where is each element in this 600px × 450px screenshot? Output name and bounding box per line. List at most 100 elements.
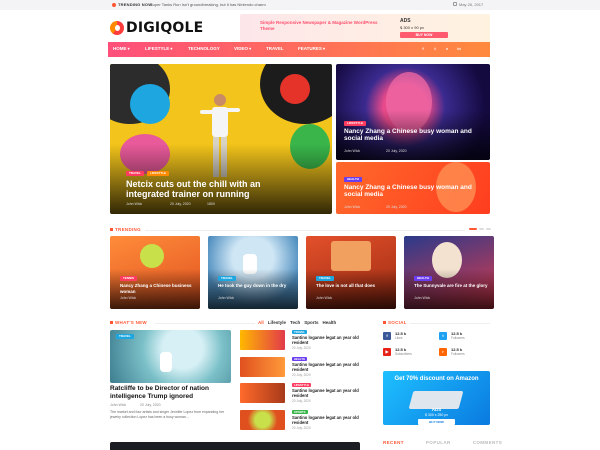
whats-new-section-title: WHAT'S NEW [110,320,147,325]
trending-card[interactable]: HEALTH The Sunnyvale are fire at the glo… [404,236,494,309]
category-badge[interactable]: HEALTH [292,357,308,361]
category-badge[interactable]: TRAVEL [292,330,307,334]
trending-card[interactable]: TRAVEL The love is not all that does Joh… [306,236,396,309]
hero-main-card[interactable]: TRAVEL LIFESTYLE Netcix cuts out the chi… [110,64,332,214]
hero-main-title[interactable]: Netcix cuts out the chill with an integr… [126,179,306,200]
list-thumbnail[interactable] [240,410,285,430]
sidebar-ad-ads: ADS [431,407,442,412]
trending-card-title[interactable]: He took the guy down in the dry [218,283,293,289]
category-badge[interactable]: LIFESTYLE [147,171,170,176]
sidebar-ad[interactable]: Get 70% discount on Amazon ADS $ 300 x 2… [383,371,490,425]
category-badge[interactable]: SPORTS [292,410,308,414]
nav-video[interactable]: VIDEO [234,46,251,51]
nav-travel[interactable]: TRAVEL [266,46,284,51]
rss-icon[interactable]: r [439,348,447,356]
list-thumbnail[interactable] [240,357,285,377]
carousel-dots[interactable] [469,228,491,230]
list-item-title[interactable]: Santino loganne legat an year old reside… [292,335,362,345]
photo-shape [331,241,371,271]
youtube-icon[interactable]: ▶ [383,348,391,356]
site-logo[interactable]: DIGIQOLE [110,20,203,36]
tab-tech[interactable]: Tech [290,320,300,325]
author-name[interactable]: John Wick [344,149,360,153]
category-badge[interactable]: TRAVEL [126,171,144,176]
social-twitter[interactable]: t 12.5 k Followers [439,330,489,342]
nav-lifestyle[interactable]: LIFESTYLE [145,46,172,51]
list-item-title[interactable]: Santino loganne legat an year old reside… [292,388,362,398]
tab-recent[interactable]: RECENT [383,440,404,445]
logo-icon [110,21,124,35]
list-thumbnail[interactable] [240,330,285,350]
trending-card-title[interactable]: The love is not all that does [316,283,391,289]
tab-popular[interactable]: POPULAR [426,440,451,445]
social-facebook[interactable]: f 12.5 k Likes [383,330,433,342]
author-name[interactable]: John Wick [110,403,126,407]
hero-side-title[interactable]: Nancy Zhang a Chinese busy woman and soc… [344,128,479,143]
carousel-dot[interactable] [469,228,477,230]
carousel-dot[interactable] [486,228,491,230]
search-icon[interactable] [574,42,590,57]
vimeo-icon[interactable]: v [444,46,450,52]
hero-side-card[interactable]: HEALTH Nancy Zhang a Chinese busy woman … [336,162,490,214]
card-gradient [306,269,396,309]
category-badge[interactable]: HEALTH [414,276,432,281]
facebook-icon[interactable]: f [383,332,391,340]
nav-features[interactable]: FEATURES [298,46,325,51]
post-date: 20 July, 2020 [292,426,311,430]
tab-health[interactable]: Health [322,320,336,325]
list-thumbnail[interactable] [240,383,285,403]
ad-buy-button[interactable]: BUY NOW [400,32,448,38]
author-name[interactable]: John Wick [316,296,332,300]
author-name[interactable]: John Wick [120,296,136,300]
header-ad-banner[interactable]: Simple Responsive Newspaper & Magazine W… [240,14,490,42]
list-item[interactable]: LIFESTYLE Santino loganne legat an year … [240,383,360,403]
tab-all[interactable]: All [258,320,264,325]
twitter-icon[interactable]: t [439,332,447,340]
hero-side-title[interactable]: Nancy Zhang a Chinese busy woman and soc… [344,184,479,199]
trending-card[interactable]: TRAVEL He took the guy down in the dry J… [208,236,298,309]
category-badge[interactable]: LIFESTYLE [344,121,367,126]
trending-card[interactable]: TENNIS Nancy Zhang a Chinese business wo… [110,236,200,309]
list-item-title[interactable]: Santino loganne legat an year old reside… [292,415,362,425]
hero-side-card[interactable]: LIFESTYLE Nancy Zhang a Chinese busy wom… [336,64,490,160]
comment-count[interactable]: 1800 [207,202,215,206]
author-name[interactable]: John Wick [344,205,360,209]
social-section-title: SOCIAL [383,320,407,325]
whats-new-main-title[interactable]: Ratcliffe to be Director of nation intel… [110,385,231,401]
social-rss[interactable]: r 12.5 k Followers [439,346,489,358]
nav-home[interactable]: HOME [113,46,130,51]
nav-technology[interactable]: TECHNOLOGY [188,46,220,51]
twitter-icon[interactable]: t [432,46,438,52]
social-label: Likes [395,336,403,340]
ad-banner-size: $ 300 x 90 px [400,25,425,30]
list-item[interactable]: SPORTS Santino loganne legat an year old… [240,410,360,430]
trending-card-title[interactable]: The Sunnyvale are fire at the glory [414,283,489,289]
trending-ticker[interactable]: Super Tanks Run Isn't groundbreaking, bu… [150,2,266,7]
category-badge[interactable]: LIFESTYLE [292,383,312,387]
whats-new-main-image[interactable]: TRAVEL [110,330,231,383]
tab-sports[interactable]: Sports [304,320,318,325]
sidebar-ad-buy-button[interactable]: BUY NOW [418,419,455,425]
category-badge[interactable]: TRAVEL [316,276,334,281]
author-name[interactable]: John Wick [126,202,142,206]
list-item[interactable]: TRAVEL Santino loganne legat an year old… [240,330,360,350]
category-badge[interactable]: TRAVEL [116,334,134,339]
facebook-icon[interactable]: f [420,46,426,52]
linkedin-icon[interactable]: in [456,46,462,52]
author-name[interactable]: John Wick [414,296,430,300]
post-date: 20 July, 2020 [140,403,161,407]
category-badge[interactable]: TRAVEL [218,276,236,281]
tab-lifestyle[interactable]: Lifestyle [268,320,286,325]
card-gradient [404,269,494,309]
social-youtube[interactable]: ▶ 12.5 k Subscribers [383,346,433,358]
category-badge[interactable]: TENNIS [120,276,138,281]
author-name[interactable]: John Wick [218,296,234,300]
main-navbar: HOME LIFESTYLE TECHNOLOGY VIDEO TRAVEL F… [108,42,590,57]
tab-comments[interactable]: COMMENTS [473,440,502,445]
list-item-title[interactable]: Santino loganne legat an year old reside… [292,362,362,372]
list-item[interactable]: HEALTH Santino loganne legat an year old… [240,357,360,377]
category-badge[interactable]: HEALTH [344,177,362,182]
social-counters: f 12.5 k Likes t 12.5 k Followers ▶ 12.5… [383,330,490,360]
trending-card-title[interactable]: Nancy Zhang a Chinese business woman [120,283,195,294]
carousel-dot[interactable] [479,228,484,230]
